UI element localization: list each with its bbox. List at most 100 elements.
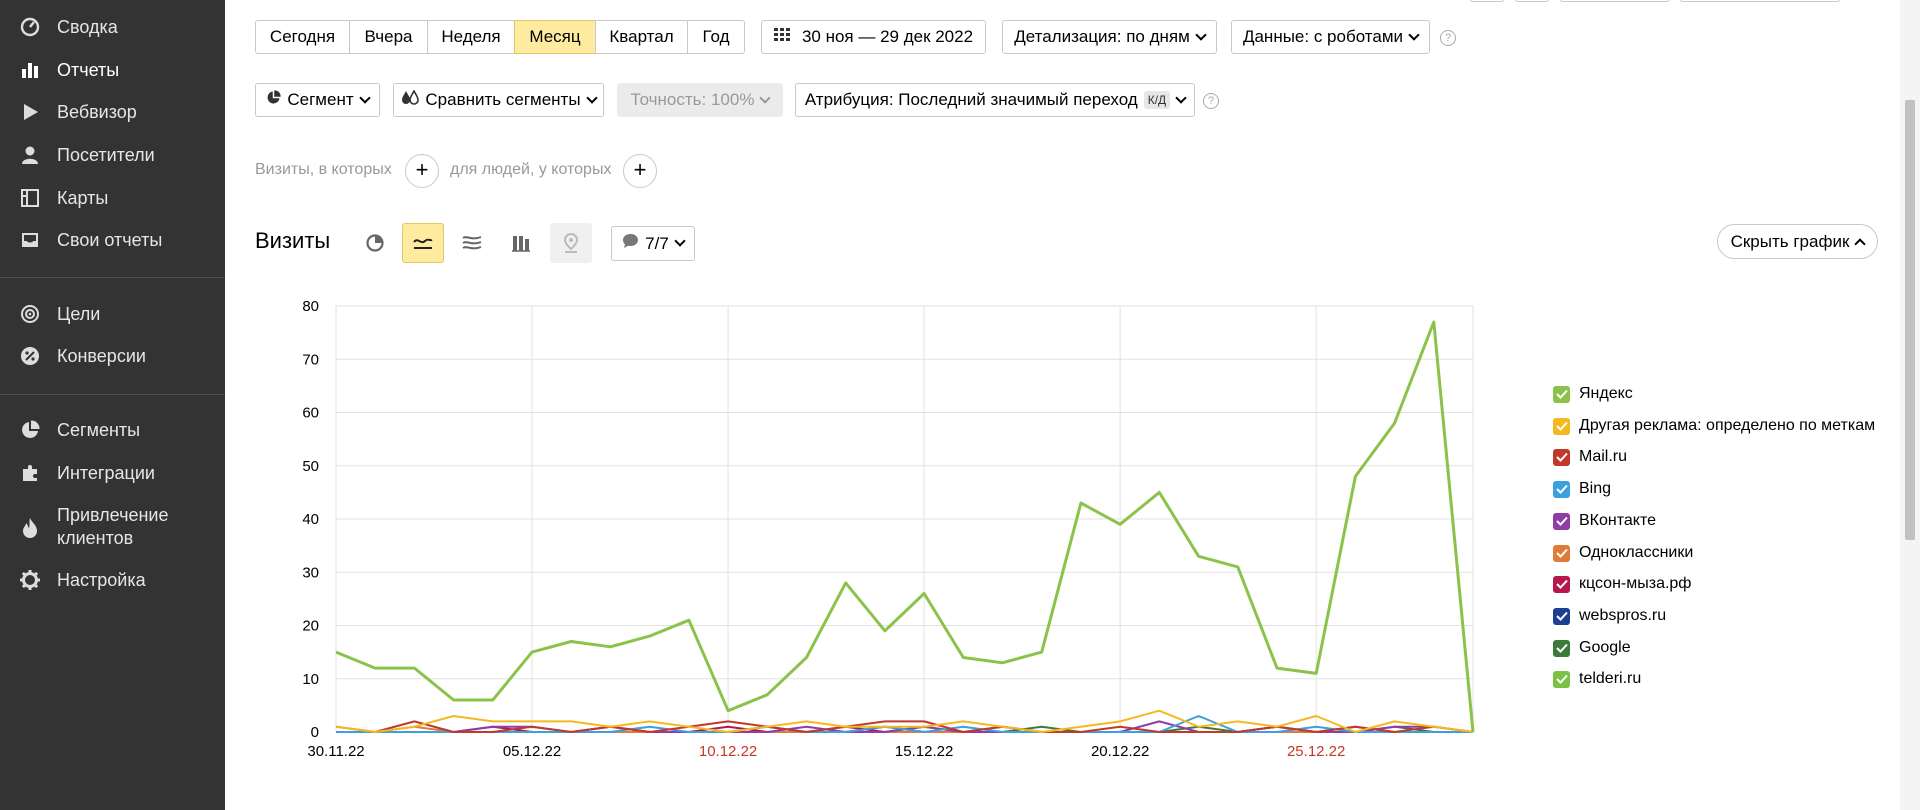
sidebar-item-conversions[interactable]: Конверсии [0,344,225,370]
x-tick-label: 10.12.22 [699,743,757,760]
add-visit-filter-button[interactable]: + [405,154,439,188]
comment-icon [622,228,639,260]
legend-item[interactable]: Другая реклама: определено по меткам [1553,415,1875,437]
checkbox-checked-icon[interactable] [1553,607,1570,625]
period-yesterday[interactable]: Вчера [349,20,428,54]
series-line-6 [336,725,1473,733]
checkbox-checked-icon[interactable] [1553,544,1570,562]
period-today[interactable]: Сегодня [255,20,350,54]
period-year[interactable]: Год [687,20,745,54]
sidebar-item-visitors[interactable]: Посетители [0,143,225,169]
calendar-icon [773,21,791,53]
compare-label: Сравнить сегменты [425,90,581,109]
segment-label: Сегмент [287,90,354,109]
annotations-dropdown[interactable]: 7/7 [611,226,695,261]
line-chart-view-button[interactable] [402,223,444,263]
checkbox-checked-icon[interactable] [1553,385,1570,403]
checkbox-checked-icon[interactable] [1553,639,1570,657]
sidebar-item-label: Цели [57,304,101,324]
chevron-up-icon [1854,238,1867,250]
period-label: Сегодня [269,27,336,46]
sidebar-item-webvisor[interactable]: Вебвизор [0,100,225,126]
help-icon[interactable]: ? [1203,93,1219,109]
data-filter-dropdown[interactable]: Данные: с роботами [1231,20,1430,54]
series-line-0 [335,320,1475,733]
sidebar-item-label-line1: Привлечение [57,505,169,525]
series-line-3 [336,715,1473,733]
compare-segments-dropdown[interactable]: Сравнить сегменты [393,83,604,117]
period-week[interactable]: Неделя [427,20,515,54]
hide-chart-button[interactable]: Скрыть график [1717,224,1878,259]
sidebar-item-goals[interactable]: Цели [0,302,225,328]
legend-item[interactable]: telderi.ru [1553,668,1641,690]
checkbox-checked-icon[interactable] [1553,417,1570,435]
add-people-filter-button[interactable]: + [623,154,657,188]
legend-label: кцсон-мыза.рф [1579,575,1692,592]
legend-item[interactable]: Яндекс [1553,383,1633,405]
gear-icon [19,569,41,591]
segment-dropdown[interactable]: Сегмент [255,83,380,117]
compare-icon [401,84,420,116]
sidebar-item-settings[interactable]: Настройка [0,568,225,594]
sidebar-item-label: Сводка [57,17,118,37]
date-range-button[interactable]: 30 ноя — 29 дек 2022 [761,20,986,54]
top-toolbar-button[interactable] [1560,0,1670,2]
attribution-badge: К/Д [1143,91,1171,109]
accuracy-dropdown[interactable]: Точность: 100% [617,83,783,117]
top-toolbar-button[interactable] [1515,0,1549,2]
legend-item[interactable]: кцсон-мыза.рф [1553,573,1691,595]
sidebar-item-custom-reports[interactable]: Свои отчеты [0,228,225,254]
help-icon[interactable]: ? [1440,30,1456,46]
chevron-down-icon [674,235,686,247]
period-quarter[interactable]: Квартал [595,20,688,54]
series-line-4 [336,720,1474,733]
checkbox-checked-icon[interactable] [1553,670,1570,688]
sidebar-item-summary[interactable]: Сводка [0,15,225,41]
chart-title: Визиты [255,228,331,253]
sidebar-item-reports[interactable]: Отчеты [0,58,225,84]
vertical-scrollbar[interactable] [1900,0,1920,810]
top-toolbar-button[interactable] [1680,0,1840,2]
pie-chart-view-button[interactable] [354,223,396,263]
attribution-label: Атрибуция: Последний значимый переход [804,90,1138,109]
bar-chart-icon [512,236,530,252]
legend-label: webspros.ru [1579,607,1667,624]
sidebar-item-client-acquisition[interactable]: Привлечение клиентов [0,504,225,552]
area-chart-view-button[interactable] [451,223,493,263]
legend-item[interactable]: ВКонтакте [1553,510,1656,532]
attribution-dropdown[interactable]: Атрибуция: Последний значимый переход К/Д [795,83,1195,117]
legend-item[interactable]: Google [1553,637,1631,659]
checkbox-checked-icon[interactable] [1553,480,1570,498]
sidebar-item-segments[interactable]: Сегменты [0,418,225,444]
y-tick-label: 50 [302,458,319,475]
checkbox-checked-icon[interactable] [1553,448,1570,466]
period-label: Квартал [609,27,674,46]
chevron-down-icon [1408,28,1420,41]
dashboard-icon [19,16,41,38]
legend-label: Другая реклама: определено по меткам [1579,417,1876,434]
scrollbar-thumb[interactable] [1905,100,1915,540]
legend-item[interactable]: Одноклассники [1553,542,1693,564]
x-tick-label: 05.12.22 [503,743,561,760]
bar-chart-view-button[interactable] [500,223,542,263]
period-month[interactable]: Месяц [514,20,596,54]
legend-label: Яндекс [1579,385,1633,402]
sidebar-item-label: Сегменты [57,420,141,440]
checkbox-checked-icon[interactable] [1553,512,1570,530]
legend-item[interactable]: Bing [1553,478,1611,500]
detail-label: Детализация: по дням [1014,27,1190,46]
detail-dropdown[interactable]: Детализация: по дням [1002,20,1217,54]
sidebar-item-integrations[interactable]: Интеграции [0,461,225,487]
sidebar-item-maps[interactable]: Карты [0,186,225,212]
top-toolbar-button[interactable] [1470,0,1504,2]
legend-item[interactable]: webspros.ru [1553,605,1666,627]
inbox-icon [19,229,41,251]
pie-chart-icon [366,234,384,252]
y-tick-label: 0 [311,724,319,741]
map-view-button[interactable] [550,223,592,263]
sidebar-item-label: Посетители [57,145,155,165]
sidebar-item-label: Конверсии [57,346,146,366]
legend-item[interactable]: Mail.ru [1553,446,1627,468]
chevron-down-icon [585,91,598,104]
checkbox-checked-icon[interactable] [1553,575,1570,593]
